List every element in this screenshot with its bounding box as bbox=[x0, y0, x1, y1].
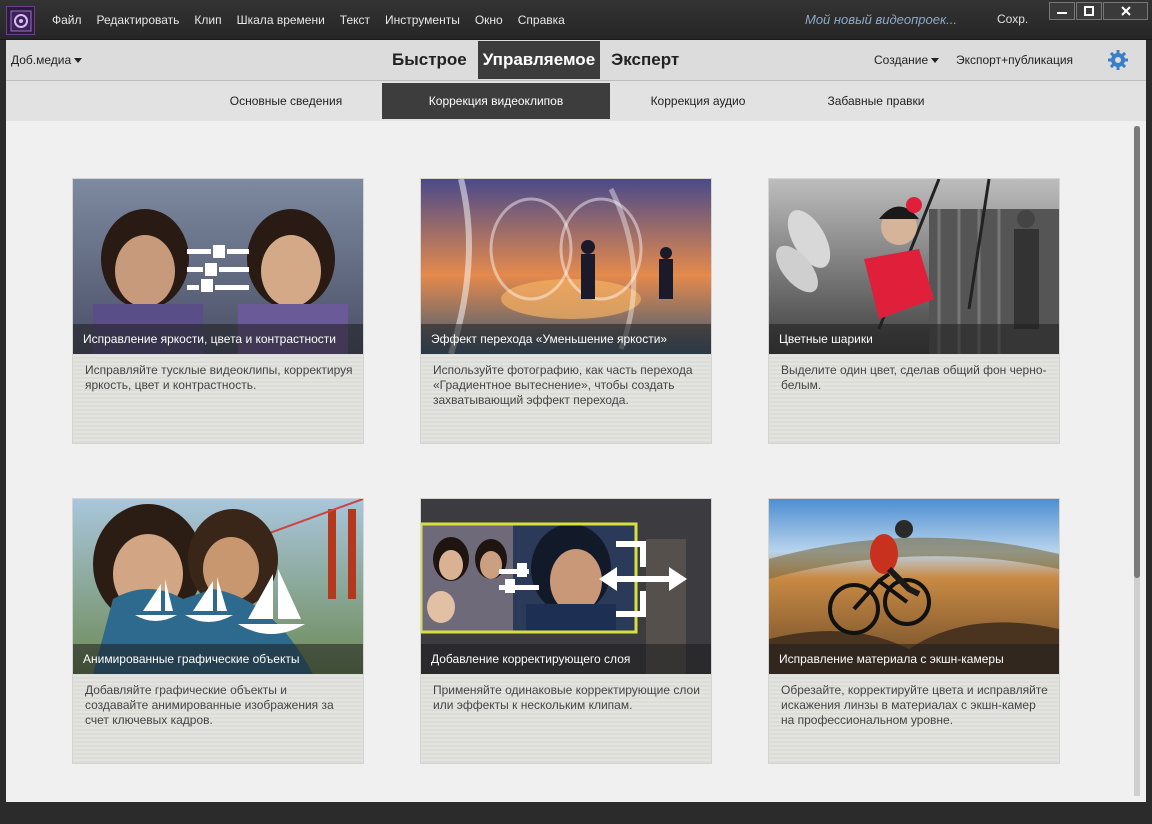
card-title: Исправление материала с экшн-камеры bbox=[769, 644, 1059, 674]
minimize-icon[interactable] bbox=[1049, 2, 1075, 20]
card-adjustment-layer[interactable]: Добавление корректирующего слоя Применяй… bbox=[421, 499, 711, 763]
main-menu: Файл Редактировать Клип Шкала времени Те… bbox=[52, 0, 580, 40]
card-thumbnail: Цветные шарики bbox=[769, 179, 1059, 354]
card-description: Используйте фотографию, как часть перехо… bbox=[433, 363, 693, 407]
card-description: Применяйте одинаковые корректирующие сло… bbox=[433, 683, 700, 712]
card-description: Обрезайте, корректируйте цвета и исправл… bbox=[781, 683, 1048, 727]
card-animated-graphics[interactable]: Анимированные графические объекты Добавл… bbox=[73, 499, 363, 763]
card-description: Выделите один цвет, сделав общий фон чер… bbox=[781, 363, 1047, 392]
guided-category-tabs: Основные сведения Коррекция видеоклипов … bbox=[6, 81, 1146, 121]
card-description: Исправляйте тусклые видеоклипы, корректи… bbox=[85, 363, 353, 392]
card-brightness-color-contrast[interactable]: Исправление яркости, цвета и контрастнос… bbox=[73, 179, 363, 443]
card-title: Анимированные графические объекты bbox=[73, 644, 363, 674]
gear-icon[interactable] bbox=[1107, 49, 1129, 71]
card-title: Добавление корректирующего слоя bbox=[421, 644, 711, 674]
create-label: Создание bbox=[874, 53, 929, 67]
menu-window[interactable]: Окно bbox=[475, 13, 503, 27]
maximize-icon[interactable] bbox=[1076, 2, 1102, 20]
tab-guided[interactable]: Управляемое bbox=[477, 41, 601, 79]
scrollbar-thumb[interactable] bbox=[1134, 126, 1140, 578]
menu-text[interactable]: Текст bbox=[340, 13, 370, 27]
card-thumbnail: Анимированные графические объекты bbox=[73, 499, 363, 674]
card-title: Цветные шарики bbox=[769, 324, 1059, 354]
mode-tabs: Быстрое Управляемое Эксперт bbox=[384, 41, 687, 79]
chevron-down-icon bbox=[74, 57, 83, 63]
menu-tools[interactable]: Инструменты bbox=[385, 13, 460, 27]
subtab-video-correction[interactable]: Коррекция видеоклипов bbox=[382, 83, 610, 119]
subtab-audio-correction[interactable]: Коррекция аудио bbox=[616, 83, 780, 119]
menu-clip[interactable]: Клип bbox=[194, 13, 221, 27]
add-media-label: Доб.медиа bbox=[11, 53, 72, 67]
chevron-down-icon bbox=[931, 57, 940, 63]
menu-file[interactable]: Файл bbox=[52, 13, 82, 27]
tab-expert[interactable]: Эксперт bbox=[606, 41, 684, 79]
card-thumbnail: Эффект перехода «Уменьшение яркости» bbox=[421, 179, 711, 354]
card-thumbnail: Добавление корректирующего слоя bbox=[421, 499, 711, 674]
tab-quick[interactable]: Быстрое bbox=[387, 41, 472, 79]
card-description: Добавляйте графические объекты и создава… bbox=[85, 683, 334, 727]
premiere-elements-logo-icon bbox=[6, 6, 35, 35]
menu-timeline[interactable]: Шкала времени bbox=[237, 13, 325, 27]
save-button[interactable]: Сохр. bbox=[997, 12, 1028, 26]
card-title: Исправление яркости, цвета и контрастнос… bbox=[73, 324, 363, 354]
close-icon[interactable] bbox=[1103, 2, 1148, 20]
vertical-scrollbar[interactable] bbox=[1134, 126, 1140, 796]
card-fade-transition[interactable]: Эффект перехода «Уменьшение яркости» Исп… bbox=[421, 179, 711, 443]
menu-edit[interactable]: Редактировать bbox=[97, 13, 180, 27]
export-publish-button[interactable]: Экспорт+публикация bbox=[956, 53, 1073, 67]
card-thumbnail: Исправление материала с экшн-камеры bbox=[769, 499, 1059, 674]
bottom-bar bbox=[0, 802, 1152, 824]
mode-bar: Доб.медиа Быстрое Управляемое Эксперт Со… bbox=[6, 40, 1146, 81]
subtab-basics[interactable]: Основные сведения bbox=[196, 83, 376, 119]
add-media-button[interactable]: Доб.медиа bbox=[11, 53, 83, 67]
title-bar: Файл Редактировать Клип Шкала времени Те… bbox=[0, 0, 1152, 40]
menu-help[interactable]: Справка bbox=[518, 13, 565, 27]
card-action-cam[interactable]: Исправление материала с экшн-камеры Обре… bbox=[769, 499, 1059, 763]
card-color-pop[interactable]: Цветные шарики Выделите один цвет, сдела… bbox=[769, 179, 1059, 443]
card-title: Эффект перехода «Уменьшение яркости» bbox=[421, 324, 711, 354]
card-thumbnail: Исправление яркости, цвета и контрастнос… bbox=[73, 179, 363, 354]
project-name: Мой новый видеопроек... bbox=[805, 12, 957, 27]
subtab-fun-edits[interactable]: Забавные правки bbox=[786, 83, 966, 119]
create-button[interactable]: Создание bbox=[874, 53, 940, 67]
